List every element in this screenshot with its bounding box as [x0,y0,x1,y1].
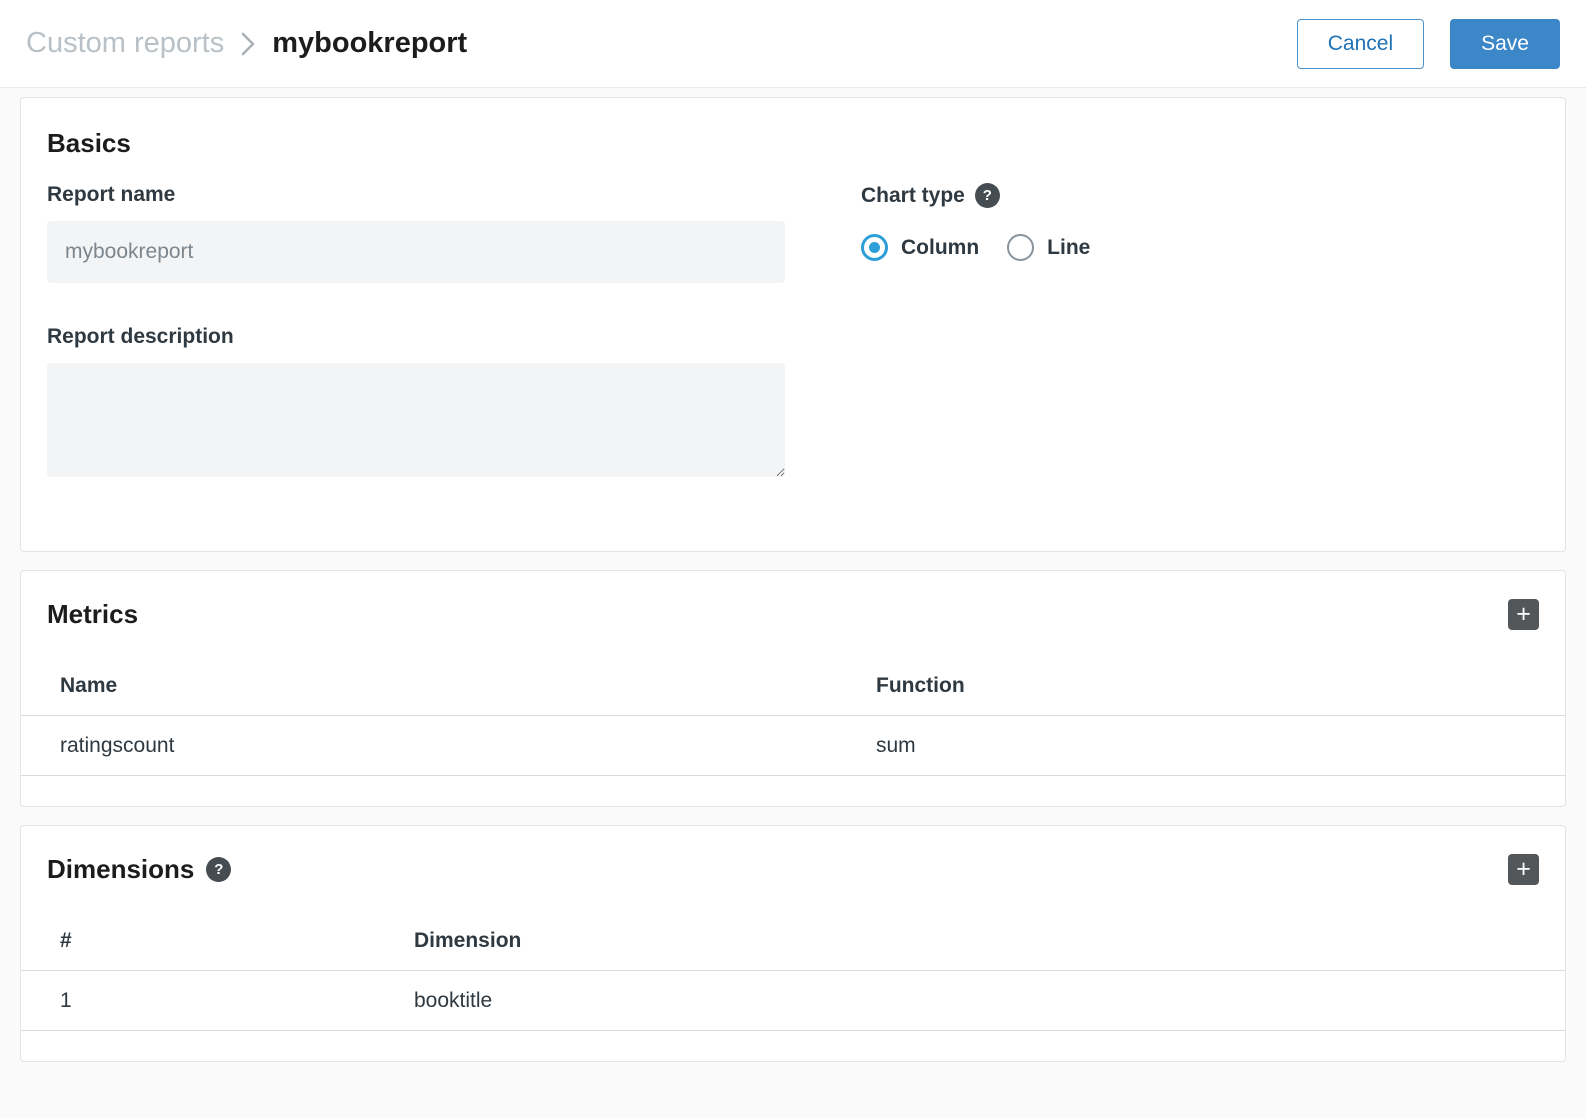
table-row[interactable]: 1 booktitle [21,971,1565,1031]
report-name-input[interactable] [47,221,785,283]
cancel-button[interactable]: Cancel [1297,19,1424,69]
radio-column-icon[interactable] [861,234,888,261]
dimensions-col-index: # [21,929,414,953]
chart-type-option-column[interactable]: Column [861,234,979,261]
add-dimension-button[interactable]: + [1508,854,1539,885]
metrics-table: Name Function ratingscount sum [21,656,1565,776]
add-metric-button[interactable]: + [1508,599,1539,630]
metrics-col-name: Name [21,674,876,698]
metric-function-cell: sum [876,734,1565,758]
radio-column-label: Column [901,236,979,260]
metrics-title: Metrics [47,599,138,630]
chart-type-options: Column Line [861,234,1539,261]
radio-line-label: Line [1047,236,1090,260]
basics-title: Basics [47,128,1539,159]
header: Custom reports mybookreport Cancel Save [0,0,1586,88]
breadcrumb-current-report-name: mybookreport [272,27,467,60]
metrics-section: Metrics + Name Function ratingscount sum [20,570,1566,807]
chart-type-option-line[interactable]: Line [1007,234,1090,261]
report-description-label: Report description [47,325,785,349]
dimension-index-cell: 1 [21,989,414,1013]
breadcrumb: Custom reports mybookreport [26,27,1297,60]
chart-type-label-row: Chart type ? [861,183,1539,208]
dimensions-section: Dimensions ? + # Dimension 1 booktitle [20,825,1566,1062]
dimensions-table-header: # Dimension [21,911,1565,971]
dimensions-col-dimension: Dimension [414,929,1565,953]
breadcrumb-custom-reports-link[interactable]: Custom reports [26,27,224,60]
dimensions-table: # Dimension 1 booktitle [21,911,1565,1031]
metric-name-cell: ratingscount [21,734,876,758]
chevron-right-icon [240,31,256,57]
basics-right-column: Chart type ? Column Line [861,183,1539,477]
dimensions-help-icon[interactable]: ? [206,857,231,882]
header-actions: Cancel Save [1297,19,1560,69]
metrics-table-header: Name Function [21,656,1565,716]
radio-line-icon[interactable] [1007,234,1034,261]
main-content: Basics Report name Report description Ch… [0,88,1586,1107]
save-button[interactable]: Save [1450,19,1560,69]
report-description-textarea[interactable] [47,363,785,477]
dimensions-title: Dimensions [47,854,194,885]
basics-section: Basics Report name Report description Ch… [20,97,1566,552]
basics-left-column: Report name Report description [47,183,785,477]
dimension-name-cell: booktitle [414,989,1565,1013]
chart-type-label: Chart type [861,184,965,208]
report-name-label: Report name [47,183,785,207]
table-row[interactable]: ratingscount sum [21,716,1565,776]
chart-type-help-icon[interactable]: ? [975,183,1000,208]
metrics-col-function: Function [876,674,1565,698]
